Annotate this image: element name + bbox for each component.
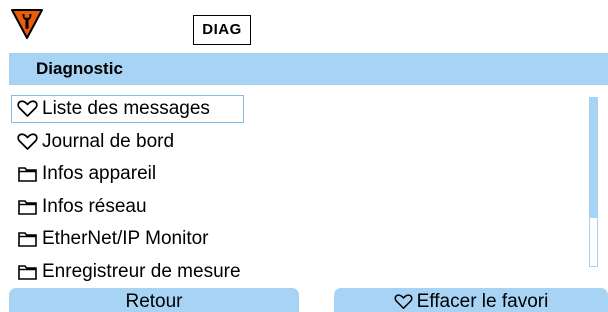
- heart-icon: [17, 133, 38, 150]
- menu-list: Liste des messages Journal de bord Infos…: [0, 93, 590, 288]
- page-header: Diagnostic: [9, 53, 608, 85]
- menu-item-label: Journal de bord: [42, 130, 175, 152]
- top-bar: DIAG: [0, 0, 608, 52]
- folder-icon: [18, 264, 37, 280]
- folder-icon: [18, 199, 37, 215]
- menu-item-label: Liste des messages: [42, 98, 210, 120]
- maintenance-required-wrench-icon: [11, 9, 43, 39]
- menu-item-liste-des-messages[interactable]: Liste des messages: [0, 93, 590, 126]
- menu-item-label: Enregistreur de mesure: [42, 260, 241, 282]
- menu-item-infos-appareil[interactable]: Infos appareil: [0, 158, 590, 191]
- folder-icon: [18, 232, 37, 248]
- scrollbar-thumb[interactable]: [589, 97, 598, 217]
- menu-item-journal-de-bord[interactable]: Journal de bord: [0, 126, 590, 159]
- folder-icon: [18, 167, 37, 183]
- scrollbar[interactable]: [589, 97, 598, 267]
- remove-favorite-button[interactable]: Effacer le favori: [334, 288, 608, 312]
- menu-item-enregistreur-de-mesure[interactable]: Enregistreur de mesure: [0, 256, 590, 289]
- menu-item-label: Infos réseau: [42, 195, 147, 217]
- menu-item-label: Infos appareil: [42, 163, 157, 185]
- back-button-label: Retour: [125, 291, 183, 312]
- scrollbar-track[interactable]: [589, 217, 598, 267]
- diagnostic-screen: DIAG Diagnostic Liste des messages Journ…: [0, 0, 608, 312]
- mode-badge: DIAG: [193, 15, 251, 45]
- heart-icon: [394, 294, 413, 309]
- back-button[interactable]: Retour: [9, 288, 299, 312]
- menu-item-label: EtherNet/IP Monitor: [42, 228, 209, 250]
- menu-item-infos-reseau[interactable]: Infos réseau: [0, 191, 590, 224]
- remove-favorite-label: Effacer le favori: [416, 291, 549, 312]
- menu-item-ethernet-ip-monitor[interactable]: EtherNet/IP Monitor: [0, 223, 590, 256]
- page-title: Diagnostic: [36, 59, 123, 78]
